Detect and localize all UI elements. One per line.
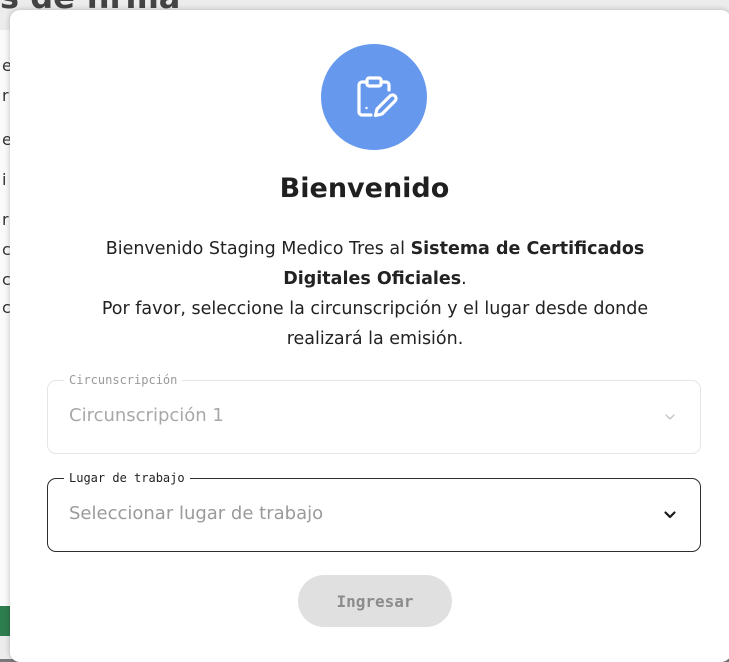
- circunscripcion-value: Circunscripción 1: [69, 405, 224, 426]
- chevron-down-icon: [665, 414, 675, 420]
- circunscripcion-label: Circunscripción: [64, 372, 183, 388]
- intro-text: Bienvenido Staging Medico Tres al: [105, 239, 411, 259]
- ingresar-button[interactable]: Ingresar: [298, 575, 452, 627]
- background-text-fragment: r: [2, 210, 9, 229]
- lugar-de-trabajo-select[interactable]: Lugar de trabajo Seleccionar lugar de tr…: [47, 470, 701, 552]
- intro-suffix: .: [461, 269, 467, 289]
- clipboard-edit-icon: [321, 44, 427, 150]
- dialog-intro: Bienvenido Staging Medico Tres al Sistem…: [62, 234, 688, 354]
- chevron-down-icon: [664, 511, 676, 519]
- welcome-dialog: Bienvenido Bienvenido Staging Medico Tre…: [10, 10, 729, 662]
- lugar-de-trabajo-label: Lugar de trabajo: [64, 470, 190, 486]
- background-text-fragment: r: [2, 86, 9, 105]
- instruction-text: Por favor, seleccione la circunscripción…: [101, 299, 649, 349]
- lugar-de-trabajo-placeholder: Seleccionar lugar de trabajo: [69, 503, 324, 524]
- circunscripcion-select[interactable]: Circunscripción Circunscripción 1: [47, 372, 701, 454]
- dialog-title: Bienvenido: [279, 173, 450, 204]
